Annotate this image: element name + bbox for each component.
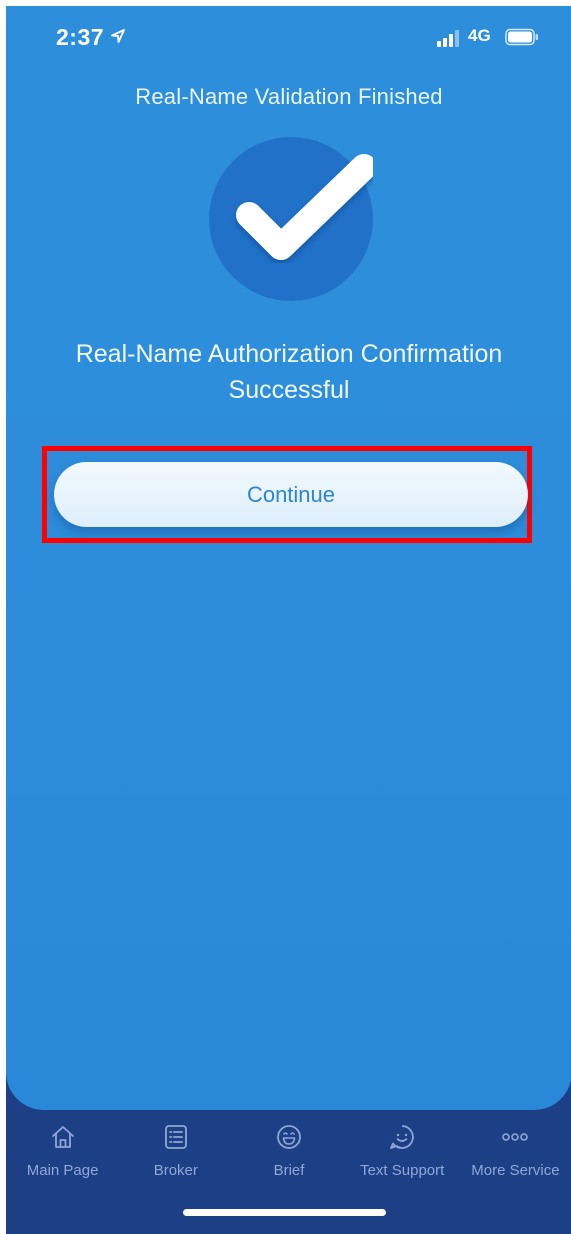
success-message-line-1: Real-Name Authorization Confirmation bbox=[75, 340, 503, 368]
tab-text-support-label: Text Support bbox=[360, 1162, 445, 1179]
tab-broker-label: Broker bbox=[153, 1162, 198, 1179]
list-icon bbox=[164, 1125, 187, 1149]
main-content: 2:37 4G Real-Name Validation Finished Re… bbox=[6, 6, 571, 1110]
status-time: 2:37 bbox=[56, 24, 105, 50]
home-icon bbox=[51, 1126, 74, 1148]
network-type: 4G bbox=[468, 26, 491, 45]
more-dots-icon bbox=[502, 1133, 529, 1141]
status-bar: 2:37 4G bbox=[6, 6, 571, 72]
bottom-tab-bar: Main Page Broker Brief Text Support More… bbox=[6, 1118, 571, 1194]
tab-brief[interactable]: Brief bbox=[232, 1118, 345, 1194]
tab-main-page-label: Main Page bbox=[26, 1162, 99, 1179]
home-indicator[interactable] bbox=[183, 1209, 386, 1216]
tab-main-page[interactable]: Main Page bbox=[6, 1118, 119, 1194]
tab-more-service-label: More Service bbox=[471, 1162, 560, 1179]
location-arrow-icon bbox=[111, 29, 125, 43]
success-badge bbox=[209, 137, 373, 301]
phone-screen: 2:37 4G Real-Name Validation Finished Re… bbox=[6, 6, 571, 1234]
battery-icon bbox=[505, 28, 538, 46]
tab-more-service[interactable]: More Service bbox=[459, 1118, 571, 1194]
success-message: Real-Name Authorization Confirmation Suc… bbox=[26, 336, 552, 408]
page-title: Real-Name Validation Finished bbox=[135, 84, 443, 109]
smile-icon bbox=[277, 1125, 301, 1149]
tab-brief-label: Brief bbox=[273, 1162, 305, 1179]
success-message-line-2: Successful bbox=[228, 376, 350, 404]
checkmark-icon bbox=[236, 154, 373, 260]
tab-text-support[interactable]: Text Support bbox=[346, 1118, 459, 1194]
continue-button[interactable]: Continue bbox=[54, 462, 528, 527]
tab-broker[interactable]: Broker bbox=[119, 1118, 232, 1194]
chat-smile-icon bbox=[390, 1125, 414, 1149]
cellular-signal-icon bbox=[437, 30, 459, 47]
